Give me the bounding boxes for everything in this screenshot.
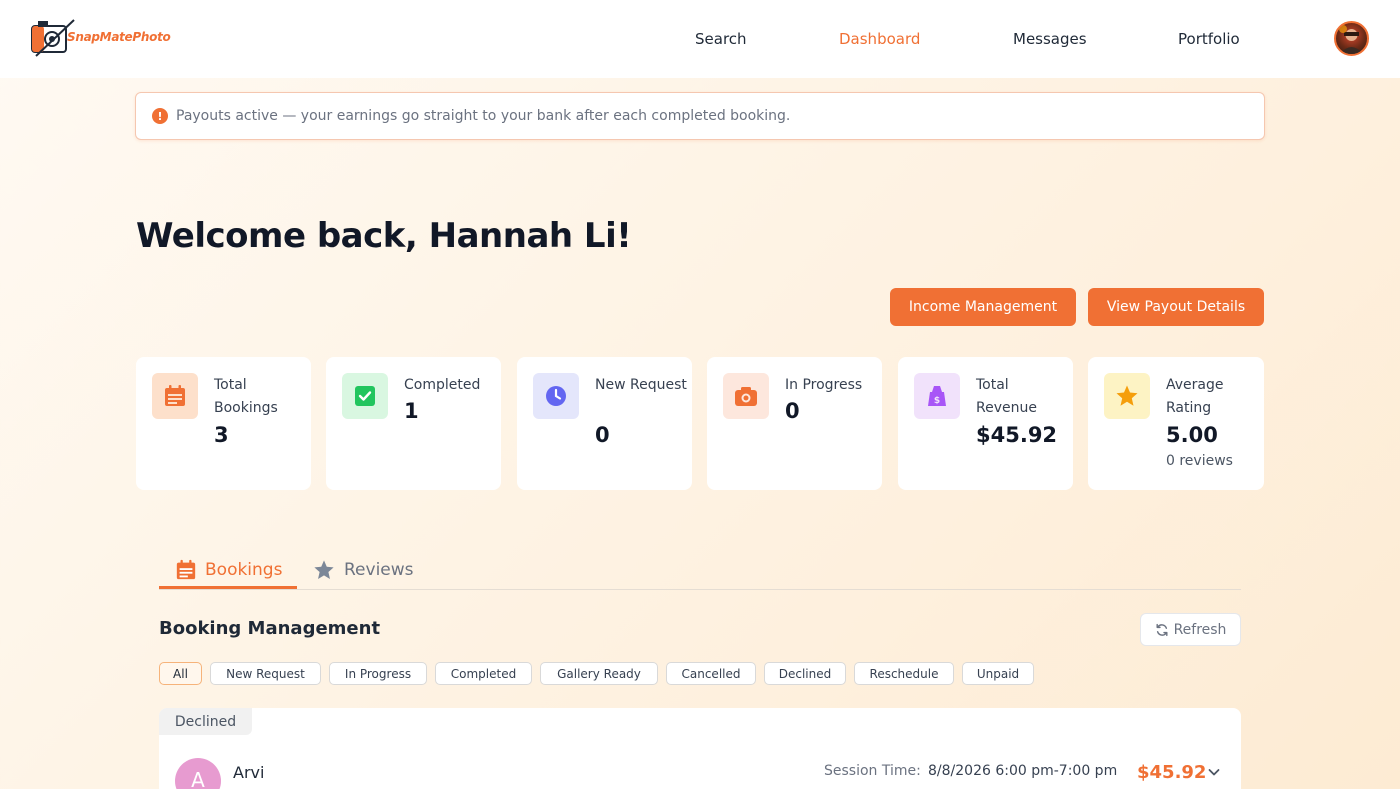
tab-bookings[interactable]: Bookings xyxy=(175,552,282,588)
filter-declined[interactable]: Declined xyxy=(764,662,846,685)
stat-card-total-bookings: Total Bookings 3 xyxy=(136,357,311,490)
filter-all[interactable]: All xyxy=(159,662,202,685)
income-management-button[interactable]: Income Management xyxy=(890,288,1076,326)
calendar-icon xyxy=(176,559,196,580)
stat-value: 5.00 xyxy=(1166,423,1218,447)
avatar-photo xyxy=(1339,25,1363,54)
active-tab-indicator xyxy=(159,586,297,589)
check-square-icon xyxy=(342,373,388,419)
stat-label: Average Rating xyxy=(1166,377,1224,416)
top-nav-bar: SnapMatePhoto Search Dashboard Messages … xyxy=(0,0,1400,78)
stat-label: Total Revenue xyxy=(976,377,1037,416)
stat-value: $45.92 xyxy=(976,423,1058,447)
refresh-icon xyxy=(1156,623,1168,636)
filter-in-progress[interactable]: In Progress xyxy=(329,662,427,685)
brand-name: SnapMatePhoto xyxy=(67,30,171,44)
filter-reschedule[interactable]: Reschedule xyxy=(854,662,954,685)
review-count: 0 reviews xyxy=(1166,453,1233,469)
chevron-down-icon[interactable] xyxy=(1207,765,1221,779)
filter-gallery-ready[interactable]: Gallery Ready xyxy=(540,662,658,685)
stat-card-new-request: New Request 0 xyxy=(517,357,692,490)
view-payout-details-button[interactable]: View Payout Details xyxy=(1088,288,1264,326)
stat-card-in-progress: In Progress 0 xyxy=(707,357,882,490)
payout-status-banner: ! Payouts active — your earnings go stra… xyxy=(135,92,1265,140)
stat-value: 3 xyxy=(214,423,229,447)
tab-reviews[interactable]: Reviews xyxy=(313,552,414,588)
svg-text:$: $ xyxy=(934,396,940,406)
session-time-label: Session Time: xyxy=(824,763,921,779)
stat-card-average-rating: Average Rating 5.00 0 reviews xyxy=(1088,357,1264,490)
booking-card[interactable]: Declined A Arvi Session Time: 8/8/2026 6… xyxy=(159,708,1241,789)
filter-new-request[interactable]: New Request xyxy=(210,662,321,685)
stat-label: New Request xyxy=(595,377,687,393)
filter-completed[interactable]: Completed xyxy=(435,662,532,685)
stat-card-total-revenue: $ Total Revenue $45.92 xyxy=(898,357,1073,490)
nav-search[interactable]: Search xyxy=(695,30,747,48)
session-time-value: 8/8/2026 6:00 pm-7:00 pm xyxy=(928,763,1118,779)
stat-value: 0 xyxy=(595,423,610,447)
clock-icon xyxy=(533,373,579,419)
refresh-label: Refresh xyxy=(1173,621,1227,638)
filter-unpaid[interactable]: Unpaid xyxy=(962,662,1034,685)
status-badge: Declined xyxy=(159,708,252,735)
stat-label: Completed xyxy=(404,377,481,393)
alert-circle-icon: ! xyxy=(152,108,168,124)
stat-label: Total Bookings xyxy=(214,377,278,416)
calendar-icon xyxy=(152,373,198,419)
brand-logo[interactable]: SnapMatePhoto xyxy=(30,18,171,58)
tab-label: Bookings xyxy=(205,560,283,580)
client-name: Arvi xyxy=(233,763,265,782)
tab-label: Reviews xyxy=(344,560,414,580)
user-avatar[interactable] xyxy=(1334,21,1369,56)
nav-dashboard[interactable]: Dashboard xyxy=(839,30,920,48)
stat-card-completed: Completed 1 xyxy=(326,357,501,490)
stat-value: 1 xyxy=(404,399,419,423)
filter-cancelled[interactable]: Cancelled xyxy=(666,662,756,685)
star-icon xyxy=(1104,373,1150,419)
star-icon xyxy=(314,560,334,579)
booking-price: $45.92 xyxy=(1137,762,1207,783)
stat-value: 0 xyxy=(785,399,800,423)
stat-label: In Progress xyxy=(785,377,863,393)
client-avatar: A xyxy=(175,758,221,789)
money-bag-icon: $ xyxy=(914,373,960,419)
refresh-button[interactable]: Refresh xyxy=(1140,613,1241,646)
nav-portfolio[interactable]: Portfolio xyxy=(1178,30,1240,48)
tabs-divider xyxy=(159,589,1241,590)
banner-text: Payouts active — your earnings go straig… xyxy=(176,108,791,124)
nav-messages[interactable]: Messages xyxy=(1013,30,1087,48)
page-title: Welcome back, Hannah Li! xyxy=(136,216,632,256)
camera-icon xyxy=(723,373,769,419)
section-title: Booking Management xyxy=(159,618,381,639)
